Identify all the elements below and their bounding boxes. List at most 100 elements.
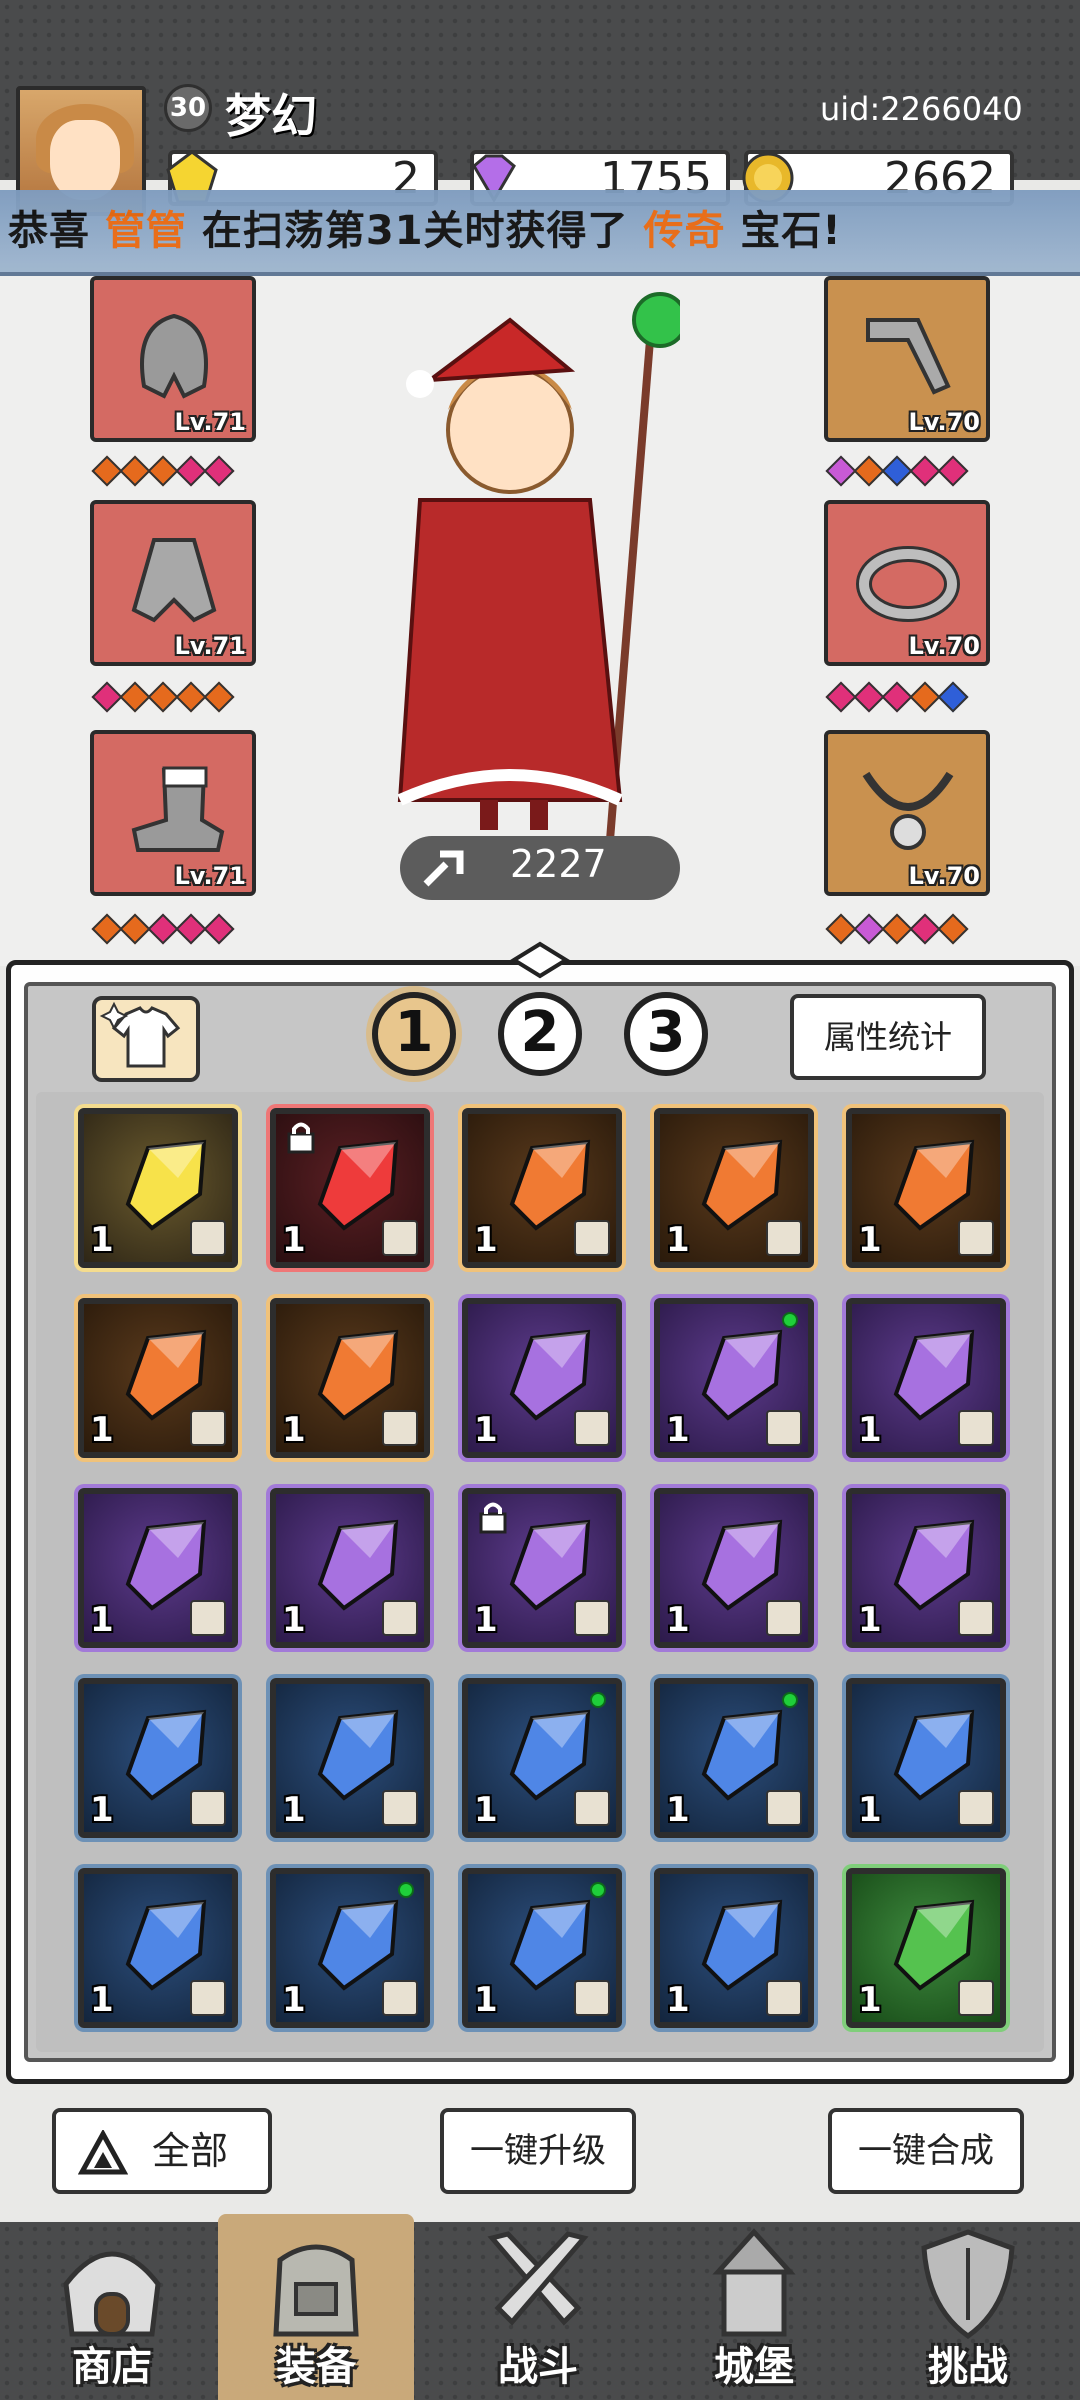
equip-slot-boots[interactable]: Lv.71 [90, 730, 256, 896]
gem-cell[interactable]: 1 [654, 1868, 814, 2028]
new-indicator-dot [398, 1882, 414, 1898]
castle-icon [712, 2228, 796, 2337]
gem-cell[interactable]: 1 [846, 1488, 1006, 1648]
nav-label: 商店 [72, 2344, 152, 2390]
boots-slot-icon [958, 1790, 994, 1826]
gem-stone-icon [509, 1519, 591, 1611]
gem-cell[interactable]: 1 [462, 1108, 622, 1268]
attribute-stats-button[interactable]: 属性统计 [790, 994, 986, 1080]
gem-cell[interactable]: 1 [270, 1488, 430, 1648]
one-click-merge-button[interactable]: 一键合成 [828, 2108, 1024, 2194]
gem-cell[interactable]: 1 [462, 1678, 622, 1838]
gem-count: 1 [474, 1980, 498, 2020]
socket-diamond [881, 913, 913, 945]
gem-cell[interactable]: 1 [270, 1108, 430, 1268]
ring-slot-icon [574, 1980, 610, 2016]
boots-slot-icon [958, 1410, 994, 1446]
gem-cell[interactable]: 1 [846, 1678, 1006, 1838]
character-portrait[interactable] [360, 280, 680, 840]
gem-cell[interactable]: 1 [78, 1868, 238, 2028]
equip-slot-cape[interactable]: Lv.71 [90, 500, 256, 666]
shirt-icon [99, 1001, 181, 1068]
gem-cell[interactable]: 1 [846, 1108, 1006, 1268]
gem-stone-icon [317, 1899, 399, 1991]
ring-icon [856, 546, 960, 622]
gem-stone-icon [125, 1899, 207, 1991]
gem-cell[interactable]: 1 [270, 1678, 430, 1838]
gem-cell[interactable]: 1 [654, 1108, 814, 1268]
gem-count: 1 [858, 1410, 882, 1450]
gem-cell[interactable]: 1 [78, 1488, 238, 1648]
nav-shop[interactable]: 商店 [14, 2214, 210, 2400]
socket-diamond [881, 681, 913, 713]
socket-diamonds [91, 455, 235, 490]
player-level-badge: 30 [164, 84, 212, 132]
equip-slot-hood[interactable]: Lv.71 [90, 276, 256, 442]
nav-castle[interactable]: 城堡 [656, 2214, 852, 2400]
gem-cell[interactable]: 1 [270, 1868, 430, 2028]
page-tab-1[interactable]: 1 [372, 992, 456, 1076]
gem-stone-icon [893, 1519, 975, 1611]
gem-cell[interactable]: 1 [78, 1108, 238, 1268]
socket-diamond [175, 455, 207, 487]
socket-diamond [91, 913, 123, 945]
boot-icon [131, 766, 225, 852]
gem-cell[interactable]: 1 [462, 1488, 622, 1648]
nav-challenge[interactable]: 挑战 [870, 2214, 1066, 2400]
hood-slot-icon [574, 1220, 610, 1256]
gem-count: 1 [474, 1600, 498, 1640]
announcement-banner: 恭喜 管管 在扫荡第31关时获得了 传奇 宝石! [0, 190, 1080, 276]
equip-slot-wand[interactable]: Lv.70 [824, 276, 990, 442]
gem-count: 1 [90, 1980, 114, 2020]
page-tab-3[interactable]: 3 [624, 992, 708, 1076]
filter-all-button[interactable]: 全部 [52, 2108, 272, 2194]
gem-cell[interactable]: 1 [462, 1298, 622, 1458]
nav-equipment[interactable]: 装备 [218, 2214, 414, 2400]
gem-stone-icon [701, 1899, 783, 1991]
nav-battle[interactable]: 战斗 [440, 2214, 636, 2400]
gem-count: 1 [474, 1790, 498, 1830]
gem-cell[interactable]: 1 [654, 1488, 814, 1648]
equip-level: Lv.70 [908, 862, 981, 890]
player-name: 梦幻 [225, 89, 317, 143]
gem-cell[interactable]: 1 [78, 1298, 238, 1458]
backpack-icon [273, 2244, 359, 2337]
cape-slot-icon [574, 1410, 610, 1446]
socket-diamond [119, 681, 151, 713]
equipment-filter-button[interactable] [92, 996, 200, 1082]
socket-diamond [119, 455, 151, 487]
gem-count: 1 [666, 1220, 690, 1260]
nav-label: 城堡 [714, 2344, 794, 2390]
hood-icon [140, 313, 208, 399]
wand-slot-icon [382, 1220, 418, 1256]
socket-diamond [881, 455, 913, 487]
page-tab-2[interactable]: 2 [498, 992, 582, 1076]
gem-cell[interactable]: 1 [270, 1298, 430, 1458]
gem-cell[interactable]: 1 [654, 1678, 814, 1838]
gem-cell[interactable]: 1 [462, 1868, 622, 2028]
gem-cell[interactable]: 1 [78, 1678, 238, 1838]
hood-slot-icon [958, 1980, 994, 2016]
wand-slot-icon [766, 1600, 802, 1636]
equip-level: Lv.71 [174, 408, 247, 436]
gem-stone-icon [317, 1139, 399, 1231]
wand-slot-icon [958, 1220, 994, 1256]
equip-slot-necklace[interactable]: Lv.70 [824, 730, 990, 896]
gem-count: 1 [90, 1410, 114, 1450]
gem-cell[interactable]: 1 [654, 1298, 814, 1458]
crossed-swords-icon [487, 2231, 589, 2326]
one-click-upgrade-button[interactable]: 一键升级 [440, 2108, 636, 2194]
gem-stone-icon [893, 1139, 975, 1231]
equip-slot-ring[interactable]: Lv.70 [824, 500, 990, 666]
gem-stone-icon [509, 1709, 591, 1801]
socket-diamonds [825, 913, 969, 948]
gem-cell[interactable]: 1 [846, 1298, 1006, 1458]
combat-power: 2227 [400, 836, 680, 900]
gem-count: 1 [474, 1220, 498, 1260]
gem-stone-icon [125, 1709, 207, 1801]
gem-stone-icon [701, 1519, 783, 1611]
hood-slot-icon [382, 1790, 418, 1826]
gem-cell[interactable]: 1 [846, 1868, 1006, 2028]
socket-diamond [825, 913, 857, 945]
gem-stone-icon [509, 1899, 591, 1991]
